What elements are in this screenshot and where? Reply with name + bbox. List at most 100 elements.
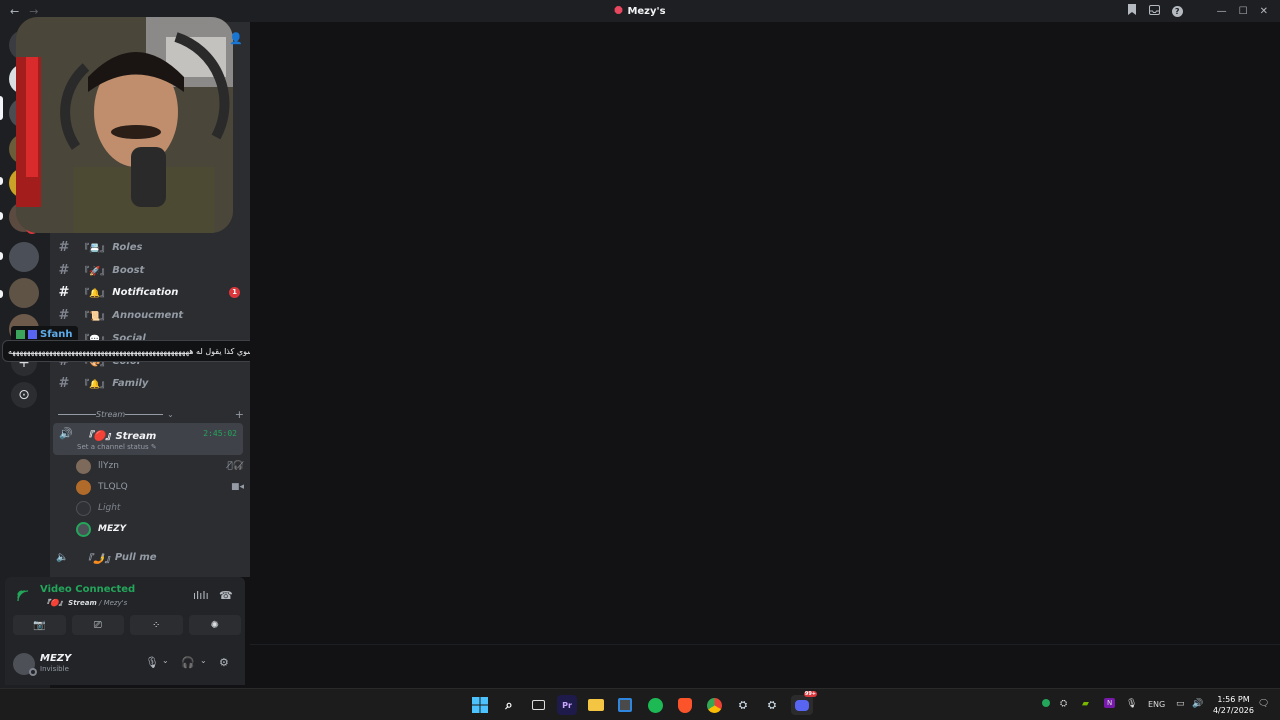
notification-center-icon[interactable]: 🗨 bbox=[1258, 699, 1269, 709]
unread-count-badge: 1 bbox=[229, 286, 240, 298]
divider bbox=[250, 644, 1280, 645]
voice-actions: 📷̸ ⎚ ⁘ ✺ bbox=[13, 615, 241, 635]
voice-channel-stream[interactable]: 🔊 『🔴』Stream 2:45:02 Set a channel status… bbox=[53, 423, 243, 455]
speaker-icon: 🔊 bbox=[59, 427, 73, 440]
main-content-area bbox=[250, 22, 1280, 688]
microphone-tray-icon[interactable]: 🎙 bbox=[1126, 699, 1137, 709]
avatar bbox=[76, 479, 91, 495]
chevron-down-icon[interactable]: ⌄ bbox=[200, 656, 207, 665]
language-indicator[interactable]: ENG bbox=[1148, 700, 1165, 709]
unread-pill bbox=[0, 212, 3, 220]
search-icon[interactable]: ⌕ bbox=[499, 695, 519, 715]
notification-badge: 99+ bbox=[803, 691, 817, 697]
channel-label: Annoucment bbox=[112, 309, 184, 321]
role-icon bbox=[28, 329, 37, 339]
voice-member[interactable]: llYzn 🎙̸🎧̸ bbox=[76, 456, 244, 476]
brave-icon[interactable] bbox=[675, 695, 695, 715]
steam-icon[interactable]: ⛭ bbox=[733, 695, 753, 715]
voice-member[interactable]: Light bbox=[76, 498, 244, 518]
video-icon: ■◂ bbox=[230, 482, 244, 492]
onenote-icon[interactable]: N bbox=[1104, 698, 1116, 708]
mute-deafen-icon: 🎙̸🎧̸ bbox=[227, 461, 244, 471]
title-bar-controls: ? — ☐ ✕ bbox=[1127, 0, 1268, 22]
settings-gear-icon[interactable]: ⚙ bbox=[219, 656, 229, 669]
server-icon[interactable] bbox=[9, 242, 39, 272]
disconnect-icon[interactable]: ☎ bbox=[219, 589, 233, 602]
close-button[interactable]: ✕ bbox=[1260, 6, 1268, 17]
set-channel-status[interactable]: Set a channel status ✎ bbox=[77, 443, 157, 451]
network-icon[interactable]: ▭ bbox=[1176, 699, 1185, 709]
store-icon[interactable] bbox=[615, 695, 635, 715]
help-icon[interactable]: ? bbox=[1171, 5, 1183, 17]
server-icon[interactable] bbox=[9, 278, 39, 308]
back-arrow-icon[interactable]: ← bbox=[10, 5, 19, 18]
noise-suppression-icon[interactable]: ıIıIı bbox=[193, 589, 209, 602]
forward-arrow-icon[interactable]: → bbox=[29, 5, 38, 18]
task-view-icon[interactable] bbox=[528, 695, 548, 715]
text-channel-hash-icon: # bbox=[58, 262, 70, 278]
username[interactable]: MEZY bbox=[40, 653, 71, 664]
avatar bbox=[76, 500, 91, 516]
voice-channel-pull-me[interactable]: 🔈 『🤳』 Pull me bbox=[56, 547, 246, 567]
microphone-icon[interactable]: 🎙 bbox=[145, 656, 159, 669]
channel-label: Notification bbox=[112, 286, 179, 298]
chevron-down-icon: ⌄ bbox=[167, 409, 174, 419]
category-divider bbox=[58, 413, 96, 415]
add-member-icon[interactable]: 👤 bbox=[229, 32, 243, 45]
navigation-arrows: ← → bbox=[0, 5, 38, 18]
text-channel-hash-icon: # bbox=[58, 284, 70, 300]
voice-member[interactable]: TLQLQ ■◂ bbox=[76, 477, 244, 497]
connected-channel[interactable]: 『🔴』 Stream / Mezy's bbox=[43, 598, 127, 608]
status-dot-icon[interactable] bbox=[1042, 699, 1050, 710]
soundboard-button[interactable]: ✺ bbox=[188, 615, 241, 635]
channel-label: Roles bbox=[112, 241, 143, 253]
activities-button[interactable]: ⁘ bbox=[130, 615, 183, 635]
channel-annoucment[interactable]: # 『📜』 Annoucment bbox=[54, 305, 244, 325]
unread-pill bbox=[0, 290, 3, 298]
camera-off-button[interactable]: 📷̸ bbox=[13, 615, 66, 635]
role-icon bbox=[16, 329, 25, 339]
screen-share-button[interactable]: ⎚ bbox=[71, 615, 124, 635]
text-channel-hash-icon: # bbox=[58, 375, 70, 391]
voice-elapsed-time: 2:45:02 bbox=[203, 429, 237, 438]
maximize-button[interactable]: ☐ bbox=[1239, 6, 1248, 17]
steam-icon[interactable]: ⛭ bbox=[762, 695, 782, 715]
discord-icon[interactable]: 99+ bbox=[791, 691, 817, 715]
user-status: Invisible bbox=[40, 665, 69, 673]
steam-tray-icon[interactable]: ⛭ bbox=[1060, 699, 1067, 709]
system-clock[interactable]: 1:56 PM 4/27/2026 bbox=[1213, 694, 1254, 716]
channel-roles[interactable]: # 『📇』 Roles bbox=[54, 237, 244, 257]
channel-family[interactable]: # 『🔔』 Family bbox=[54, 373, 244, 393]
volume-icon[interactable]: 🔊 bbox=[1192, 699, 1203, 709]
nvidia-icon[interactable]: ▰ bbox=[1082, 699, 1089, 709]
avatar bbox=[76, 458, 91, 474]
avatar bbox=[76, 521, 91, 537]
channel-notification[interactable]: # 『🔔』 Notification 1 bbox=[54, 282, 244, 302]
file-explorer-icon[interactable] bbox=[586, 695, 606, 715]
text-channel-hash-icon: # bbox=[58, 239, 70, 255]
webcam-overlay bbox=[16, 17, 233, 233]
inbox-icon[interactable] bbox=[1148, 4, 1160, 18]
premiere-icon[interactable]: Pr bbox=[557, 695, 577, 715]
windows-start-icon[interactable] bbox=[470, 695, 490, 715]
voice-member-self[interactable]: MEZY bbox=[76, 519, 244, 539]
category-stream[interactable]: Stream ⌄ + bbox=[58, 406, 244, 422]
chrome-icon[interactable] bbox=[704, 695, 724, 715]
spotify-icon[interactable] bbox=[645, 695, 665, 715]
connection-status[interactable]: Video Connected bbox=[40, 584, 135, 595]
channel-boost[interactable]: # 『🚀』 Boost bbox=[54, 260, 244, 280]
windows-taskbar: ⌕ Pr ⛭ ⛭ 99+ ⛭ ▰ N 🎙 ENG ▭ 🔊 1:56 PM 4/2… bbox=[0, 688, 1280, 720]
discord-app-window: ← → ⯃Mezy's ? — ☐ ✕ 5 bbox=[0, 0, 1280, 720]
signal-strength-icon[interactable] bbox=[17, 590, 29, 605]
unread-pill bbox=[0, 252, 3, 260]
unread-pill bbox=[0, 177, 3, 185]
minimize-button[interactable]: — bbox=[1217, 6, 1227, 17]
speaker-icon: 🔈 bbox=[56, 551, 69, 563]
add-channel-button[interactable]: + bbox=[235, 408, 244, 421]
voice-connection-panel: Video Connected 『🔴』 Stream / Mezy's ıIıI… bbox=[5, 577, 245, 643]
discover-compass-icon[interactable]: ⊙ bbox=[11, 382, 37, 408]
headphones-icon[interactable]: 🎧 bbox=[181, 656, 195, 669]
category-divider bbox=[125, 413, 164, 415]
chevron-down-icon[interactable]: ⌄ bbox=[162, 656, 169, 665]
bookmark-icon[interactable] bbox=[1127, 4, 1137, 18]
